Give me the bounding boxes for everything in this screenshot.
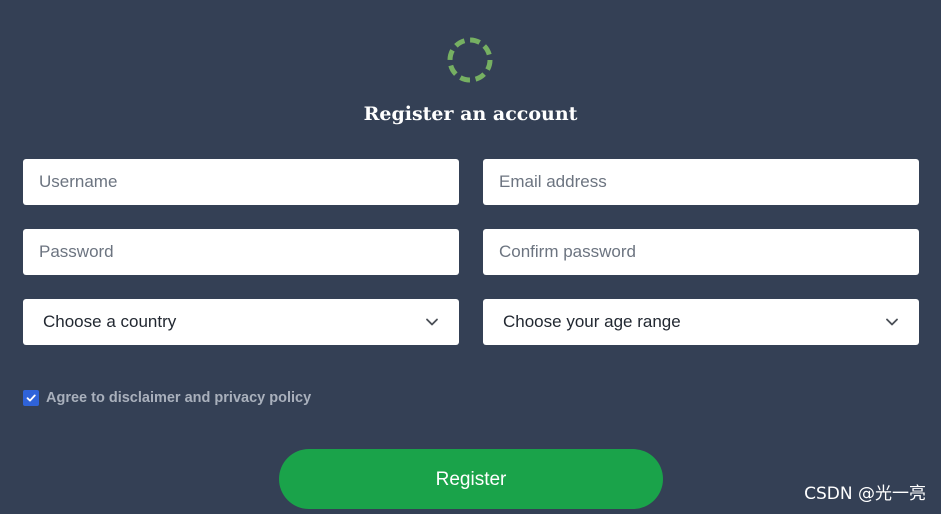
chevron-down-icon (426, 318, 438, 326)
country-select[interactable]: Choose a country (23, 299, 459, 345)
checkmark-icon (26, 394, 36, 402)
confirm-password-input[interactable] (483, 229, 919, 275)
age-range-select-value: Choose your age range (503, 312, 681, 331)
chevron-down-icon (886, 318, 898, 326)
email-input[interactable] (483, 159, 919, 205)
country-select-value: Choose a country (43, 312, 177, 331)
logo-dashed-circle-icon (447, 37, 493, 83)
username-input[interactable] (23, 159, 459, 205)
agree-row: Agree to disclaimer and privacy policy (23, 389, 311, 407)
register-button[interactable]: Register (279, 449, 663, 509)
watermark: CSDN @光一亮 (804, 484, 926, 504)
password-input[interactable] (23, 229, 459, 275)
age-range-select[interactable]: Choose your age range (483, 299, 919, 345)
agree-label[interactable]: Agree to disclaimer and privacy policy (46, 389, 311, 407)
page-title: Register an account (363, 103, 578, 125)
agree-checkbox[interactable] (23, 390, 39, 406)
